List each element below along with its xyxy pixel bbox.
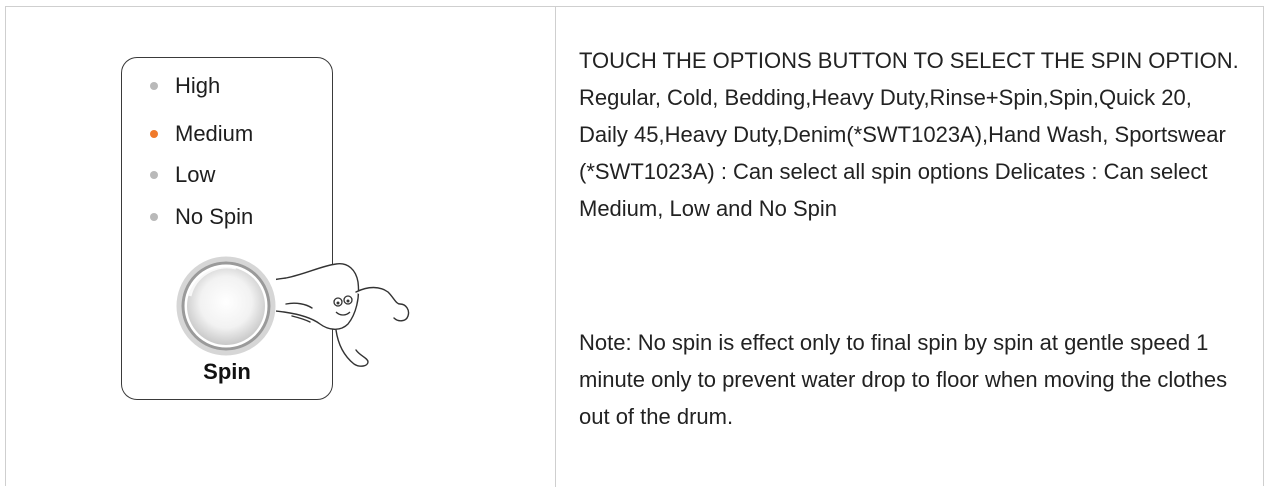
- instruction-table: High Medium Low No Spin Spin TOUCH THE O…: [5, 6, 1264, 487]
- option-label: High: [175, 73, 221, 98]
- indicator-dot-icon: [150, 82, 158, 90]
- spin-button[interactable]: [176, 256, 276, 356]
- spin-option-medium: Medium: [150, 121, 254, 147]
- spin-option-high: High: [150, 73, 221, 99]
- option-label: No Spin: [175, 204, 254, 229]
- option-label: Medium: [175, 121, 254, 146]
- indicator-dot-icon: [150, 213, 158, 221]
- indicator-dot-icon: [150, 171, 158, 179]
- instructions-text: TOUCH THE OPTIONS BUTTON TO SELECT THE S…: [579, 48, 1239, 221]
- note-text: Note: No spin is effect only to final sp…: [579, 330, 1228, 429]
- spin-option-no-spin: No Spin: [150, 204, 254, 230]
- option-label: Low: [175, 162, 216, 187]
- pointing-hand-mascot-icon: [276, 263, 410, 367]
- description-cell: TOUCH THE OPTIONS BUTTON TO SELECT THE S…: [556, 7, 1264, 487]
- indicator-dot-icon: [150, 130, 158, 138]
- spin-option-low: Low: [150, 162, 216, 188]
- round-button-icon: [176, 256, 276, 356]
- illustration-cell: High Medium Low No Spin Spin: [6, 7, 555, 487]
